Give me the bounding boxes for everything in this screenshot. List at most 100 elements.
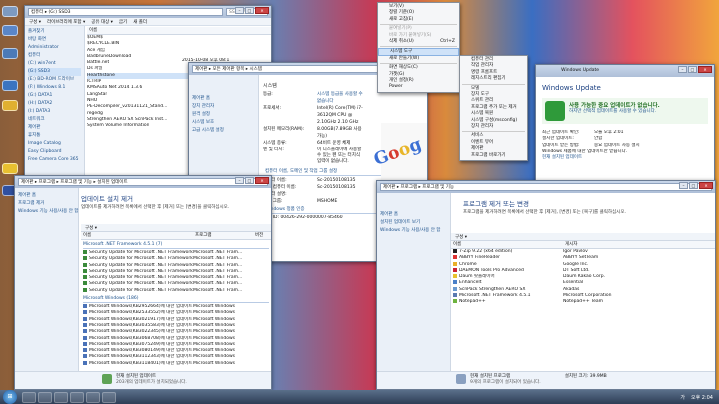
minimize-icon[interactable]: – bbox=[235, 177, 244, 184]
address-bar[interactable]: 컴퓨터 ▸ (G:) SSD3 bbox=[28, 8, 223, 16]
taskbar-explorer-icon[interactable] bbox=[22, 391, 36, 403]
nav-item[interactable]: 바탕 화면 bbox=[28, 36, 81, 44]
desktop-context-menu: 보기(V) 정렬 기준(O) 새로 고침(E) 붙여넣기(P) 바로 가기 붙여… bbox=[377, 2, 460, 93]
nav-item[interactable]: (G:) SSD3 bbox=[28, 68, 81, 76]
table-row[interactable]: Notepad++ Notepad++ Team bbox=[451, 299, 715, 305]
page-description: 업데이트를 제거하려면 목록에서 선택한 후 [제거] 또는 [변경]을 클릭하… bbox=[81, 205, 230, 210]
nav-control-panel-home[interactable]: 제어판 홈 bbox=[380, 211, 447, 219]
nav-advanced-settings[interactable]: 고급 시스템 설정 bbox=[192, 127, 255, 135]
taskbar-chrome-icon[interactable] bbox=[54, 391, 68, 403]
submenu-item[interactable]: 레지스트리 편집기 bbox=[460, 76, 527, 82]
nav-item[interactable]: Free Camera Core 365 bbox=[28, 156, 81, 164]
navigation-pane: 즐겨찾기 바탕 화면 Administrator 컴퓨터 (C:) win7en… bbox=[25, 26, 85, 184]
nav-item[interactable]: 컴퓨터 bbox=[28, 52, 81, 60]
close-icon[interactable]: ✕ bbox=[699, 182, 713, 189]
header-version[interactable]: 버전 bbox=[255, 232, 263, 239]
installed-updates-window: 제어판 ▸ 프로그램 ▸ 프로그램 및 기능 ▸ 설치된 업데이트 – □ ✕ 제어… bbox=[14, 175, 272, 390]
computer-icon[interactable] bbox=[2, 25, 18, 36]
nav-item[interactable]: (H:) DATA2 bbox=[28, 100, 81, 108]
header-publisher[interactable]: 게시자 bbox=[565, 241, 577, 248]
menu-item-new[interactable]: 새로 만들기(W) bbox=[378, 56, 459, 62]
nav-device-manager[interactable]: 장치 관리자 bbox=[192, 103, 255, 111]
update-icon bbox=[83, 316, 87, 321]
taskbar-media-icon[interactable] bbox=[38, 391, 52, 403]
menu-separator bbox=[380, 46, 457, 48]
nav-item[interactable]: Easy Clipboard bbox=[28, 148, 81, 156]
submenu-item[interactable]: 프로그램 바로가기 bbox=[460, 153, 527, 159]
update-icon[interactable] bbox=[2, 80, 18, 91]
nav-item[interactable]: (C:) win7ent bbox=[28, 60, 81, 68]
nav-item[interactable]: 네트워크 bbox=[28, 116, 81, 124]
menu-burn[interactable]: 굽기 bbox=[119, 19, 127, 25]
nav-item[interactable]: 제어판 bbox=[28, 124, 81, 132]
network-icon[interactable] bbox=[2, 48, 18, 59]
nav-item[interactable]: (F:) Windows 8.1 bbox=[28, 84, 81, 92]
abbyy-icon bbox=[453, 255, 457, 260]
ime-indicator[interactable]: 가 bbox=[680, 394, 685, 401]
nav-system-protection[interactable]: 시스템 보호 bbox=[192, 119, 255, 127]
nav-item[interactable]: (I:) DATA3 bbox=[28, 108, 81, 116]
submenu-item[interactable]: 장치 관리자 bbox=[460, 124, 527, 130]
organize-button[interactable]: 구성 ▾ bbox=[85, 225, 97, 231]
table-row[interactable]: Security Update for Microsoft .NET Frame… bbox=[81, 287, 271, 294]
nav-control-panel-home[interactable]: 제어판 홈 bbox=[18, 192, 75, 200]
menu-organize[interactable]: 구성 ▾ bbox=[29, 19, 41, 25]
close-icon[interactable]: ✕ bbox=[698, 66, 712, 73]
chrome-icon[interactable] bbox=[2, 163, 18, 174]
windows-update-window: Windows Update – □ ✕ Windows Update 사용 가능한… bbox=[535, 64, 715, 184]
taskbar-update-icon[interactable] bbox=[102, 391, 116, 403]
table-row[interactable]: Microsoft Windows(KB3118401)에 대한 업데이트 Mic… bbox=[81, 360, 271, 367]
maximize-icon[interactable]: □ bbox=[688, 66, 697, 73]
update-icon bbox=[83, 360, 87, 365]
nav-item[interactable]: (G:) DATA1 bbox=[28, 92, 81, 100]
optional-updates-link[interactable]: 하지만 선택적 업데이트를 사용할 수 있습니다. bbox=[569, 109, 660, 115]
taskbar-system-icon[interactable] bbox=[86, 391, 100, 403]
installed-updates-link[interactable]: 현재 설치된 업데이트 bbox=[542, 155, 708, 161]
minimize-icon[interactable]: – bbox=[679, 182, 688, 189]
start-button[interactable]: ⊞ bbox=[3, 390, 17, 404]
nav-item[interactable]: Administrator bbox=[28, 44, 81, 52]
menu-item-refresh[interactable]: 새로 고침(E) bbox=[378, 17, 459, 23]
menu-item-undo-delete[interactable]: 삭제 취소(U) Ctrl+Z bbox=[378, 39, 459, 45]
taskbar-control-panel-icon[interactable] bbox=[70, 391, 84, 403]
page-description: 프로그램을 제거하려면 목록에서 선택한 후 [제거], [변경] 또는 [복구… bbox=[463, 210, 626, 215]
nav-windows-features[interactable]: Windows 기능 사용/사용 안 함 bbox=[380, 227, 447, 235]
column-header[interactable]: 이름 bbox=[87, 27, 271, 35]
status-title: 사용 가능한 중요 업데이트가 없습니다. bbox=[569, 103, 660, 109]
nav-item[interactable]: 즐겨찾기 bbox=[28, 28, 81, 36]
folder-icon[interactable] bbox=[2, 100, 18, 111]
menu-item-power[interactable]: Power bbox=[378, 84, 459, 90]
clock[interactable]: 오후 2:04 bbox=[691, 394, 713, 401]
nav-windows-features[interactable]: Windows 기능 사용/사용 안 함 bbox=[18, 208, 78, 216]
nav-remote-settings[interactable]: 원격 설정 bbox=[192, 111, 255, 119]
menu-library[interactable]: 라이브러리에 포함 ▾ bbox=[47, 19, 85, 25]
maximize-icon[interactable]: □ bbox=[245, 177, 254, 184]
recycle-bin-icon[interactable] bbox=[2, 6, 18, 17]
group-header[interactable]: Microsoft .NET Framework 4.5.1 (7) bbox=[83, 241, 269, 249]
address-bar[interactable]: 제어판 ▸ 프로그램 ▸ 프로그램 및 기능 bbox=[380, 183, 712, 191]
close-icon[interactable]: ✕ bbox=[255, 177, 269, 184]
address-bar[interactable]: 제어판 ▸ 프로그램 ▸ 프로그램 및 기능 ▸ 설치된 업데이트 bbox=[18, 178, 268, 186]
group-header[interactable]: Microsoft Windows (186) bbox=[83, 295, 269, 304]
header-name[interactable]: 이름 bbox=[453, 241, 565, 248]
nav-control-panel-home[interactable]: 제어판 홈 bbox=[192, 95, 255, 103]
organize-button[interactable]: 구성 ▾ bbox=[455, 234, 467, 240]
menu-share[interactable]: 공유 대상 ▾ bbox=[91, 19, 113, 25]
minimize-icon[interactable]: – bbox=[235, 7, 244, 14]
nav-item[interactable]: Image Catalog bbox=[28, 140, 81, 148]
minimize-icon[interactable]: – bbox=[678, 66, 687, 73]
program-icon bbox=[453, 286, 457, 291]
nav-item[interactable]: (E:) BD-ROM 드라이브 bbox=[28, 76, 81, 84]
potplayer-icon bbox=[453, 274, 457, 279]
nav-view-installed-updates[interactable]: 설치된 업데이트 보기 bbox=[380, 219, 447, 227]
close-icon[interactable]: ✕ bbox=[255, 7, 269, 14]
nav-uninstall-program[interactable]: 프로그램 제거 bbox=[18, 200, 75, 208]
info-row: 등급: 시스템 등급을 사용할 수 없습니다 bbox=[263, 92, 363, 104]
menu-new-folder[interactable]: 새 폴더 bbox=[133, 19, 147, 25]
maximize-icon[interactable]: □ bbox=[689, 182, 698, 189]
nav-item[interactable]: 휴지통 bbox=[28, 132, 81, 140]
header-name[interactable]: 이름 bbox=[83, 232, 195, 239]
maximize-icon[interactable]: □ bbox=[245, 7, 254, 14]
header-program[interactable]: 프로그램 bbox=[195, 232, 255, 239]
menu-item-system-tools[interactable]: 시스템 도구 bbox=[378, 48, 459, 56]
